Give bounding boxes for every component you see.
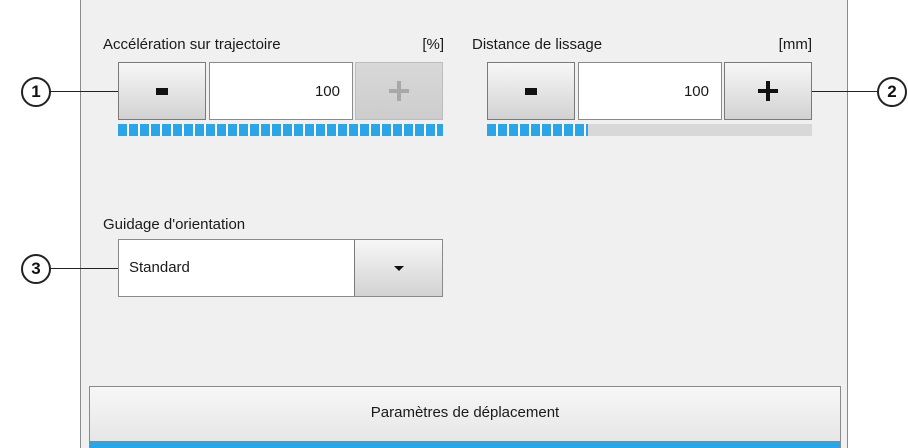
callout-1: 1 [21,77,51,107]
tab-active-indicator [90,441,840,448]
minus-icon [156,87,168,95]
orientation-label: Guidage d'orientation [103,216,246,233]
acceleration-value-field[interactable]: 100 [209,62,353,120]
callout-3-leader [50,268,118,269]
callout-2-leader [812,91,878,92]
smoothing-level-bar [487,124,812,136]
orientation-select[interactable]: Standard [118,239,443,297]
smoothing-plus-button[interactable] [724,62,812,120]
acceleration-level-bar [118,124,443,136]
minus-icon [525,87,537,95]
acceleration-minus-button[interactable] [118,62,206,120]
acceleration-label: Accélération sur trajectoire [103,36,281,53]
chevron-down-icon [393,265,404,271]
orientation-selected-value: Standard [129,259,190,276]
smoothing-unit: [mm] [778,36,812,53]
acceleration-unit: [%] [422,36,444,53]
callout-1-leader [50,91,118,92]
acceleration-level-fill [118,124,443,136]
callout-3: 3 [21,254,51,284]
orientation-dropdown-button[interactable] [354,240,442,296]
smoothing-minus-button[interactable] [487,62,575,120]
smoothing-level-fill [487,124,588,136]
acceleration-plus-button[interactable] [355,62,443,120]
plus-icon [389,81,409,101]
tab-movement-parameters[interactable]: Paramètres de déplacement [89,386,841,448]
smoothing-value-field[interactable]: 100 [578,62,722,120]
plus-icon [758,81,778,101]
callout-2: 2 [877,77,907,107]
tab-movement-parameters-label: Paramètres de déplacement [370,404,560,421]
smoothing-label: Distance de lissage [472,36,603,53]
